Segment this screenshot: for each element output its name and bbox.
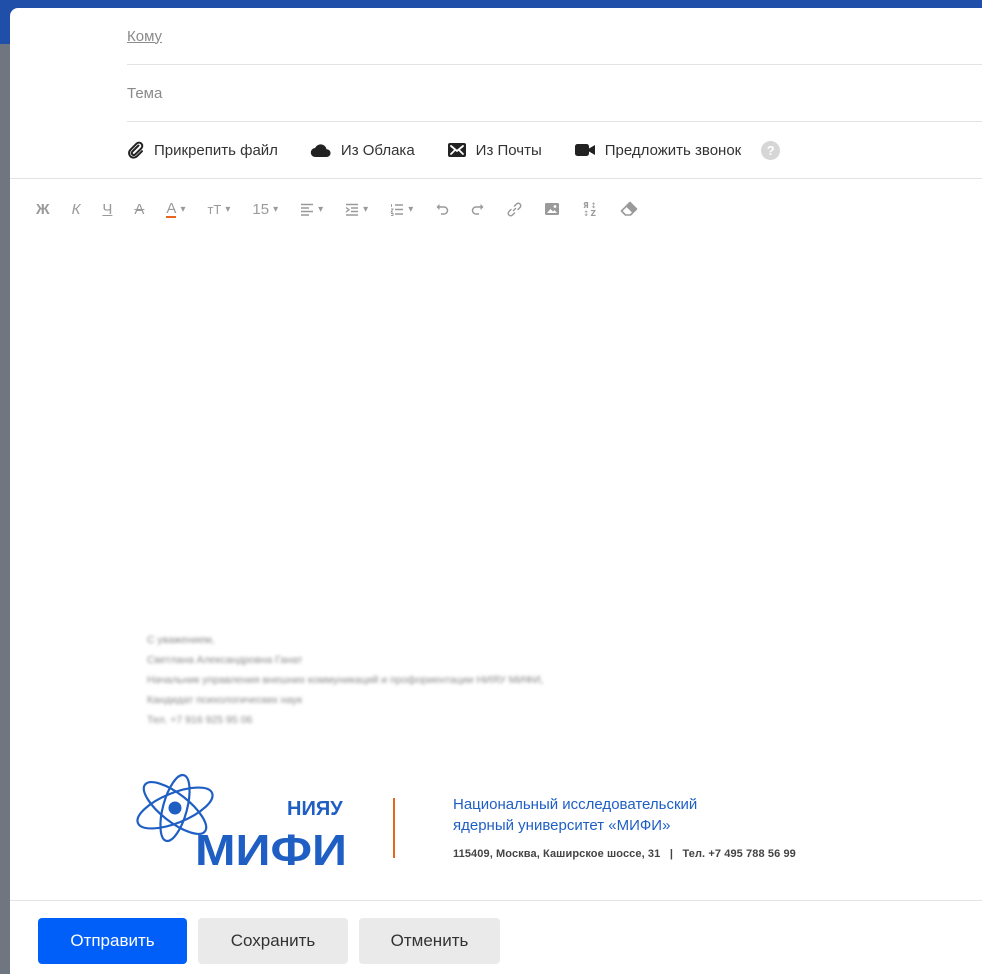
signature-line: Тел. +7 916 925 95 06 [147, 714, 253, 726]
attach-file-button[interactable]: Прикрепить файл [127, 141, 278, 159]
signature-line: Светлана Александровна Ганат [147, 654, 303, 666]
subject-row[interactable]: Тема [127, 65, 982, 122]
video-camera-icon [574, 144, 595, 156]
underline-button[interactable]: Ч [102, 198, 112, 220]
align-dropdown[interactable] [300, 198, 323, 220]
cancel-button[interactable]: Отменить [359, 918, 500, 964]
indent-icon [345, 203, 359, 216]
font-size-dropdown[interactable]: 15 [252, 198, 278, 220]
footer-divider [10, 900, 982, 901]
text-style-dropdown[interactable]: тТ [207, 198, 230, 220]
signature-line: Кандидат психологических наук [147, 694, 303, 706]
translit-icon: Я ↕ ↕ Z [583, 201, 597, 218]
numbered-list-icon [390, 203, 404, 216]
align-left-icon [301, 203, 314, 216]
redo-icon [471, 204, 484, 215]
redo-button[interactable] [471, 198, 485, 220]
from-cloud-label: Из Облака [340, 141, 415, 159]
formatting-toolbar: Ж К Ч А А тТ 15 [36, 198, 660, 220]
logo-name: МИФИ [195, 826, 347, 871]
font-size-value: 15 [252, 200, 270, 218]
from-cloud-button[interactable]: Из Облака [310, 142, 415, 159]
undo-button[interactable] [435, 198, 449, 220]
logo-divider [393, 798, 395, 858]
to-label[interactable]: Кому [127, 28, 162, 45]
italic-button[interactable]: К [72, 198, 81, 220]
attachment-bar: Прикрепить файл Из Облака Из Почты Предл… [127, 122, 982, 178]
logo-abbr: НИЯУ [287, 798, 343, 820]
clear-format-button[interactable] [620, 198, 638, 220]
signature-line: С уважением, [147, 634, 215, 646]
university-name: Национальный исследовательский ядерный у… [453, 794, 697, 836]
save-button[interactable]: Сохранить [198, 918, 348, 964]
university-address: 115409, Москва, Каширское шоссе, 31 | Те… [453, 848, 796, 860]
image-icon [545, 203, 560, 215]
send-button[interactable]: Отправить [38, 918, 187, 964]
svg-text:Z: Z [591, 209, 597, 218]
link-icon [507, 202, 522, 216]
signature-line: Начальник управления внешних коммуникаци… [147, 674, 544, 686]
university-name-line1: Национальный исследовательский [453, 796, 698, 813]
header-divider [10, 178, 982, 179]
cloud-icon [310, 144, 331, 158]
insert-image-button[interactable] [544, 198, 560, 220]
mephi-logo: НИЯУ МИФИ [136, 773, 347, 871]
email-signature: С уважением, Светлана Александровна Гана… [147, 630, 543, 730]
list-dropdown[interactable] [390, 198, 413, 220]
propose-call-button[interactable]: Предложить звонок [574, 142, 741, 159]
paperclip-icon [128, 141, 144, 159]
bold-button[interactable]: Ж [36, 198, 50, 220]
svg-text:↕: ↕ [583, 209, 589, 218]
compose-window: Кому Тема Прикрепить файл Из Облака Из П… [10, 8, 982, 974]
recipient-row[interactable]: Кому [127, 8, 982, 65]
text-size-icon: тТ [207, 201, 222, 217]
strikethrough-button[interactable]: А [134, 198, 144, 220]
envelope-icon [447, 143, 466, 157]
propose-call-label: Предложить звонок [604, 141, 742, 159]
indent-dropdown[interactable] [345, 198, 368, 220]
undo-icon [436, 204, 449, 215]
from-mail-button[interactable]: Из Почты [447, 142, 542, 159]
help-icon[interactable]: ? [761, 140, 781, 160]
translit-button[interactable]: Я ↕ ↕ Z [582, 198, 598, 220]
attach-file-label: Прикрепить файл [154, 141, 278, 159]
link-button[interactable] [507, 198, 522, 220]
from-mail-label: Из Почты [475, 141, 542, 159]
university-name-line2: ядерный университет «МИФИ» [453, 817, 671, 834]
text-color-icon: А [166, 199, 177, 218]
subject-field[interactable]: Тема [127, 85, 162, 102]
text-color-dropdown[interactable]: А [166, 198, 185, 220]
eraser-icon [620, 201, 638, 216]
